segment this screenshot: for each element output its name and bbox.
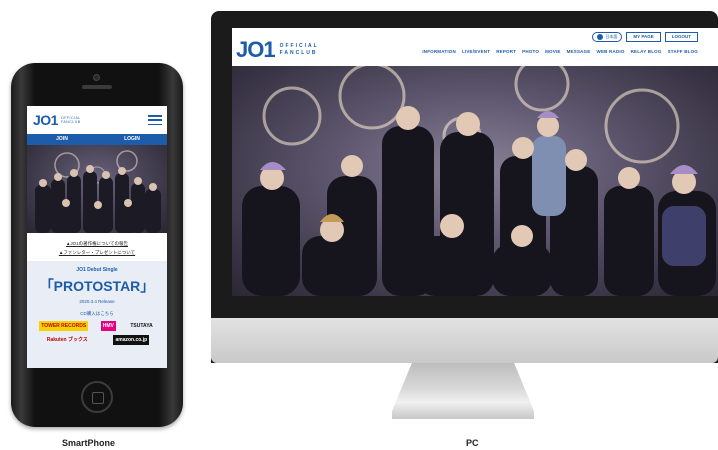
sp-notice-links: ▲JO1の著作権についての報告 ▲ファンレター・プレゼントについて (27, 233, 167, 261)
sp-logo-sub-line2: FANCLUB (60, 120, 81, 124)
sp-group-photo (35, 150, 161, 233)
nav-item-information[interactable]: INFORMATION (422, 49, 456, 54)
home-button-icon (81, 381, 113, 413)
sp-fanletter-link[interactable]: ▲ファンレター・プレゼントについて (27, 248, 167, 257)
pc-hero-image (232, 66, 718, 296)
hmv-button[interactable]: HMV (100, 321, 116, 331)
sp-nav: JOIN LOGIN (27, 134, 167, 145)
nav-item-report[interactable]: REPORT (496, 49, 516, 54)
language-selector[interactable]: 日本語 (592, 32, 623, 42)
language-label: 日本語 (605, 34, 618, 39)
pc-logo-sub: OFFICIAL FANCLUB (280, 43, 319, 57)
pc-global-nav: INFORMATION LIVE/EVENT REPORT PHOTO MOVI… (422, 49, 698, 54)
nav-item-photo[interactable]: PHOTO (522, 49, 539, 54)
nav-item-staff-blog[interactable]: STAFF BLOG (668, 49, 698, 54)
smartphone-caption: SmartPhone (62, 438, 116, 448)
nav-item-web-radio[interactable]: WEB RADIO (597, 49, 625, 54)
pc-top-buttons: 日本語 MY PAGE LOGOUT (592, 32, 698, 42)
sp-promo-title: 「PROTOSTAR」 (39, 278, 155, 294)
pc-caption: PC (466, 438, 479, 448)
pc-group-photo (242, 66, 716, 296)
smartphone-device: JO1 OFFICIAL FANCLUB JOIN LOGIN ▲JO1の著作権… (11, 63, 183, 427)
imac-stand (392, 363, 534, 419)
sp-shops-row1: TOWER RECORDS HMV TSUTAYA (27, 317, 167, 331)
tsutaya-button[interactable]: TSUTAYA (128, 321, 154, 331)
mypage-button[interactable]: MY PAGE (626, 32, 661, 42)
nav-item-message[interactable]: MESSAGE (567, 49, 591, 54)
nav-item-relay-blog[interactable]: RELAY BLOG (631, 49, 662, 54)
hamburger-menu-icon[interactable] (148, 115, 162, 125)
sp-logo-main: JO1 (33, 112, 58, 128)
sp-logo[interactable]: JO1 OFFICIAL FANCLUB (33, 112, 81, 128)
sp-copyright-link[interactable]: ▲JO1の著作権についての報告 (27, 239, 167, 248)
sp-logo-sub: OFFICIAL FANCLUB (61, 116, 81, 124)
phone-camera (93, 74, 100, 81)
logout-button[interactable]: LOGOUT (664, 32, 698, 42)
phone-speaker (82, 85, 112, 89)
amazon-button[interactable]: amazon.co.jp (113, 335, 150, 345)
sp-shops-row2: Rakuten ブックス amazon.co.jp (27, 331, 167, 345)
rakuten-books-button[interactable]: Rakuten ブックス (45, 335, 90, 345)
pc-logo-sub-line2: FANCLUB (279, 50, 318, 56)
sp-header: JO1 OFFICIAL FANCLUB (27, 106, 167, 134)
sp-promo-date: 2020.3.4 Release (79, 299, 115, 304)
tower-records-button[interactable]: TOWER RECORDS (39, 321, 89, 331)
sp-login-button[interactable]: LOGIN (97, 134, 167, 145)
sp-hero-image (27, 145, 167, 233)
pc-logo-main: JO1 (236, 37, 276, 62)
pc-logo[interactable]: JO1 OFFICIAL FANCLUB (236, 37, 319, 63)
nav-item-movie[interactable]: MOVIE (545, 49, 561, 54)
smartphone-screen: JO1 OFFICIAL FANCLUB JOIN LOGIN ▲JO1の著作権… (27, 106, 167, 368)
sp-promo-subtitle: JO1 Debut Single (76, 267, 118, 273)
globe-icon (597, 34, 604, 40)
imac-chin (211, 318, 718, 363)
pc-header: JO1 OFFICIAL FANCLUB 日本語 MY PAGE LOGOUT … (232, 28, 718, 66)
sp-promo-banner[interactable]: JO1 Debut Single 「PROTOSTAR」 2020.3.4 Re… (27, 261, 167, 368)
nav-item-live-event[interactable]: LIVE/EVENT (462, 49, 490, 54)
sp-join-button[interactable]: JOIN (27, 134, 97, 145)
pc-logo-sub-line1: OFFICIAL (279, 43, 319, 49)
pc-screen: JO1 OFFICIAL FANCLUB 日本語 MY PAGE LOGOUT … (232, 28, 718, 296)
